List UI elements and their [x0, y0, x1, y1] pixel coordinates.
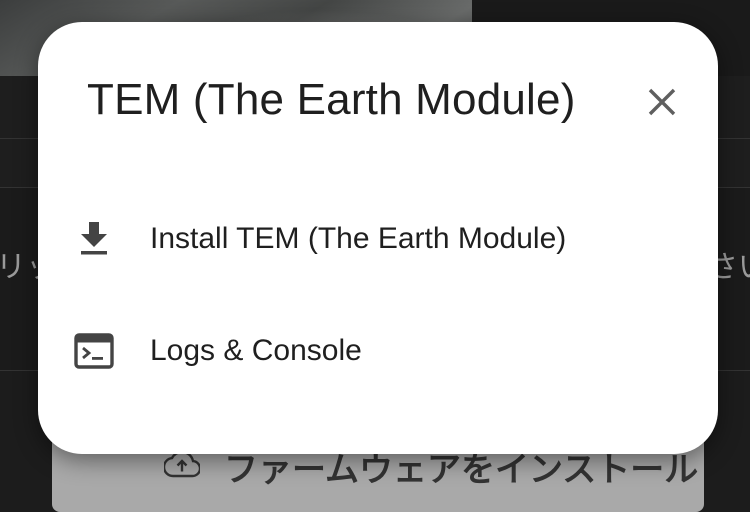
close-button[interactable] — [642, 82, 682, 122]
menu-item-label: Install TEM (The Earth Module) — [150, 222, 567, 255]
menu-item-install-tem[interactable]: Install TEM (The Earth Module) — [38, 203, 718, 275]
tem-dialog: TEM (The Earth Module) Install TEM (The … — [38, 22, 718, 454]
download-icon — [72, 217, 116, 261]
terminal-icon — [72, 329, 116, 373]
menu-item-label: Logs & Console — [150, 334, 362, 367]
menu-item-logs-console[interactable]: Logs & Console — [38, 315, 718, 387]
close-icon — [648, 88, 676, 116]
dialog-title: TEM (The Earth Module) — [87, 75, 576, 124]
